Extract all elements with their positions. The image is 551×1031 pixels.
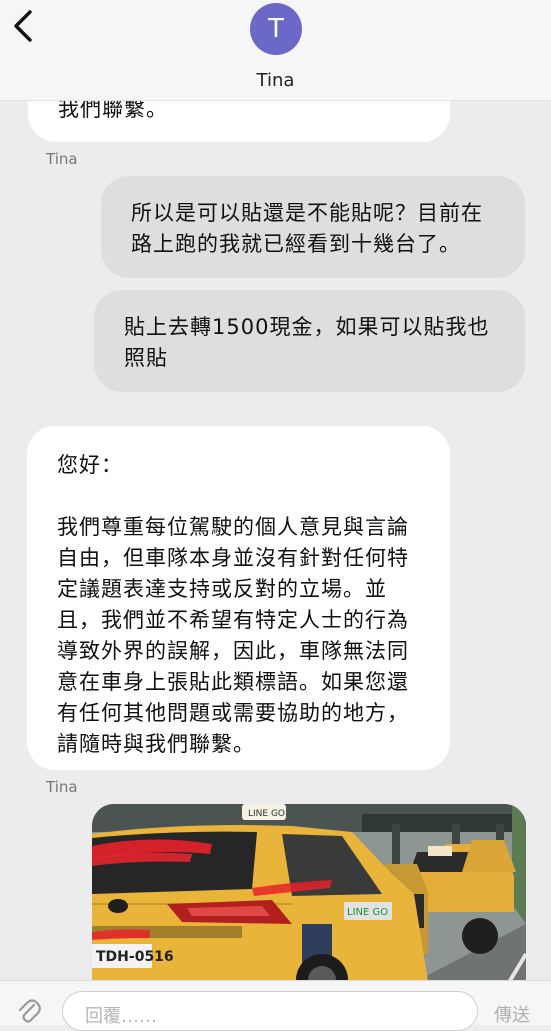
- sender-label: Tina: [46, 778, 78, 796]
- incoming-message: 我們聯繫。: [28, 100, 450, 142]
- outgoing-message: 貼上去轉1500現金，如果可以貼我也 照貼: [94, 290, 525, 392]
- contact-avatar[interactable]: T: [250, 3, 302, 55]
- roof-sign: LINE GO: [248, 809, 285, 819]
- license-plate: TDH-0516: [96, 949, 174, 965]
- message-text: 所以是可以貼還是不能貼呢？目前在 路上跑的我就已經看到十幾台了。: [131, 201, 483, 256]
- message-text: 我們尊重每位駕駛的個人意見與言論 自由，但車隊本身並沒有針對任何特 定議題表達支…: [57, 515, 409, 756]
- message-list[interactable]: 我們聯繫。 Tina 所以是可以貼還是不能貼呢？目前在 路上跑的我就已經看到十幾…: [0, 100, 551, 980]
- send-button[interactable]: 傳送: [494, 1001, 530, 1027]
- image-attachment[interactable]: TDH-0516 LINE GO LINE GO: [92, 804, 526, 980]
- message-text: 貼上去轉1500現金，如果可以貼我也 照貼: [124, 315, 490, 370]
- message-greeting: 您好：: [57, 453, 123, 477]
- outgoing-message: 所以是可以貼還是不能貼呢？目前在 路上跑的我就已經看到十幾台了。: [101, 176, 525, 278]
- chat-header: T Tina: [0, 0, 551, 101]
- message-text: 我們聯繫。: [58, 100, 168, 121]
- message-composer: 回覆…… 傳送: [0, 980, 551, 1031]
- sender-label: Tina: [46, 150, 78, 168]
- taxi-photo: TDH-0516 LINE GO LINE GO: [92, 804, 526, 980]
- incoming-message: 您好： 我們尊重每位駕駛的個人意見與言論 自由，但車隊本身並沒有針對任何特 定議…: [27, 426, 450, 770]
- contact-name: Tina: [256, 70, 295, 91]
- paperclip-icon[interactable]: [16, 997, 42, 1025]
- door-logo: LINE GO: [347, 907, 388, 918]
- reply-input[interactable]: 回覆……: [62, 991, 478, 1031]
- back-arrow-icon[interactable]: [8, 8, 36, 44]
